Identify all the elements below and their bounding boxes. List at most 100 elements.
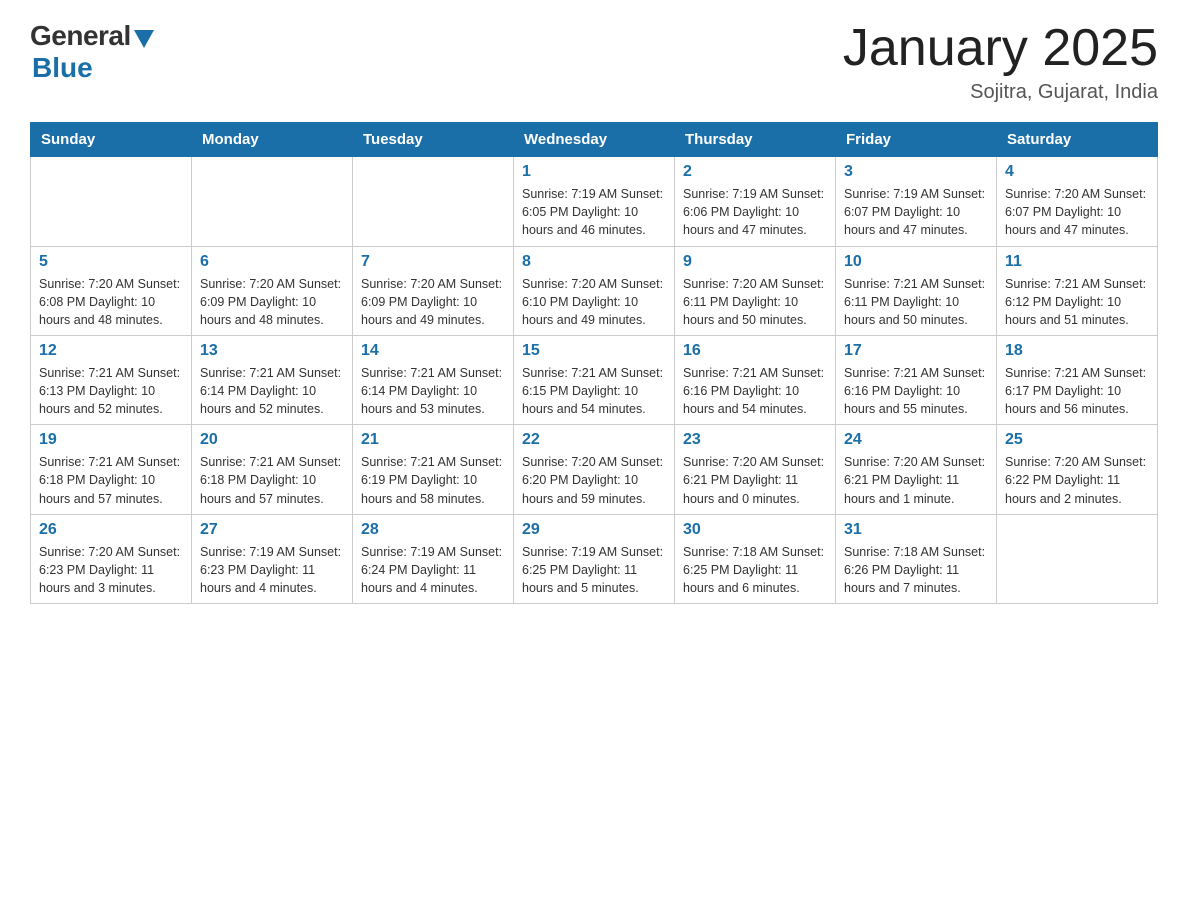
day-info: Sunrise: 7:19 AM Sunset: 6:24 PM Dayligh… [361, 543, 505, 597]
day-number: 30 [683, 521, 827, 539]
calendar-cell: 3Sunrise: 7:19 AM Sunset: 6:07 PM Daylig… [836, 157, 997, 246]
day-header-wednesday: Wednesday [514, 123, 675, 157]
calendar-cell: 20 Sunrise: 7:21 AM Sunset: 6:18 PM Dayli… [192, 425, 353, 514]
day-info: Sunrise: 7:20 AM Sunset: 6:20 PM Dayligh… [522, 453, 666, 507]
day-number: 11 [1005, 253, 1149, 271]
location-subtitle: Sojitra, Gujarat, India [843, 81, 1158, 104]
calendar-header: SundayMondayTuesdayWednesdayThursdayFrid… [31, 123, 1158, 157]
day-number: 13 [200, 342, 344, 360]
day-number: 8 [522, 253, 666, 271]
calendar-cell: 2 Sunrise: 7:19 AM Sunset: 6:06 PM Daylig… [675, 157, 836, 246]
calendar-body: 1 Sunrise: 7:19 AM Sunset: 6:05 PM Daylig… [31, 157, 1158, 604]
calendar-cell: 24Sunrise: 7:20 AM Sunset: 6:21 PM Dayli… [836, 425, 997, 514]
calendar-cell: 1 Sunrise: 7:19 AM Sunset: 6:05 PM Daylig… [514, 157, 675, 246]
day-info: Sunrise: 7:18 AM Sunset: 6:25 PM Dayligh… [683, 543, 827, 597]
calendar-cell: 19 Sunrise: 7:21 AM Sunset: 6:18 PM Dayli… [31, 425, 192, 514]
calendar-cell: 7Sunrise: 7:20 AM Sunset: 6:09 PM Daylig… [353, 246, 514, 335]
day-info: Sunrise: 7:19 AM Sunset: 6:07 PM Dayligh… [844, 185, 988, 239]
calendar-cell: 13 Sunrise: 7:21 AM Sunset: 6:14 PM Dayli… [192, 335, 353, 424]
calendar-cell: 10 Sunrise: 7:21 AM Sunset: 6:11 PM Dayli… [836, 246, 997, 335]
day-number: 2 [683, 163, 827, 181]
calendar-cell: 8 Sunrise: 7:20 AM Sunset: 6:10 PM Daylig… [514, 246, 675, 335]
logo-blue-text: Blue [32, 52, 93, 84]
day-header-thursday: Thursday [675, 123, 836, 157]
calendar-cell [192, 157, 353, 246]
day-number: 10 [844, 253, 988, 271]
calendar-week-row: 1 Sunrise: 7:19 AM Sunset: 6:05 PM Daylig… [31, 157, 1158, 246]
day-info: Sunrise: 7:21 AM Sunset: 6:14 PM Dayligh… [361, 364, 505, 418]
day-number: 9 [683, 253, 827, 271]
calendar-week-row: 12 Sunrise: 7:21 AM Sunset: 6:13 PM Dayli… [31, 335, 1158, 424]
calendar-cell: 18Sunrise: 7:21 AM Sunset: 6:17 PM Dayli… [997, 335, 1158, 424]
calendar-cell [997, 514, 1158, 603]
day-number: 1 [522, 163, 666, 181]
calendar-cell: 22 Sunrise: 7:20 AM Sunset: 6:20 PM Dayli… [514, 425, 675, 514]
day-number: 4 [1005, 163, 1149, 181]
day-number: 20 [200, 431, 344, 449]
day-info: Sunrise: 7:20 AM Sunset: 6:21 PM Dayligh… [683, 453, 827, 507]
month-title: January 2025 [843, 20, 1158, 77]
calendar-cell: 28 Sunrise: 7:19 AM Sunset: 6:24 PM Dayli… [353, 514, 514, 603]
day-info: Sunrise: 7:21 AM Sunset: 6:11 PM Dayligh… [844, 275, 988, 329]
day-number: 23 [683, 431, 827, 449]
day-number: 16 [683, 342, 827, 360]
day-info: Sunrise: 7:18 AM Sunset: 6:26 PM Dayligh… [844, 543, 988, 597]
day-info: Sunrise: 7:19 AM Sunset: 6:23 PM Dayligh… [200, 543, 344, 597]
calendar-cell: 15 Sunrise: 7:21 AM Sunset: 6:15 PM Dayli… [514, 335, 675, 424]
calendar-cell: 29 Sunrise: 7:19 AM Sunset: 6:25 PM Dayli… [514, 514, 675, 603]
day-number: 28 [361, 521, 505, 539]
day-number: 22 [522, 431, 666, 449]
day-info: Sunrise: 7:21 AM Sunset: 6:18 PM Dayligh… [39, 453, 183, 507]
day-number: 14 [361, 342, 505, 360]
calendar-table: SundayMondayTuesdayWednesdayThursdayFrid… [30, 122, 1158, 604]
day-info: Sunrise: 7:19 AM Sunset: 6:06 PM Dayligh… [683, 185, 827, 239]
day-number: 31 [844, 521, 988, 539]
calendar-week-row: 26 Sunrise: 7:20 AM Sunset: 6:23 PM Dayli… [31, 514, 1158, 603]
day-info: Sunrise: 7:21 AM Sunset: 6:13 PM Dayligh… [39, 364, 183, 418]
title-section: January 2025 Sojitra, Gujarat, India [843, 20, 1158, 104]
calendar-cell: 16 Sunrise: 7:21 AM Sunset: 6:16 PM Dayli… [675, 335, 836, 424]
day-number: 12 [39, 342, 183, 360]
day-number: 21 [361, 431, 505, 449]
calendar-cell: 6 Sunrise: 7:20 AM Sunset: 6:09 PM Daylig… [192, 246, 353, 335]
day-info: Sunrise: 7:20 AM Sunset: 6:08 PM Dayligh… [39, 275, 183, 329]
day-info: Sunrise: 7:21 AM Sunset: 6:15 PM Dayligh… [522, 364, 666, 418]
calendar-cell: 31 Sunrise: 7:18 AM Sunset: 6:26 PM Dayli… [836, 514, 997, 603]
day-number: 15 [522, 342, 666, 360]
day-number: 29 [522, 521, 666, 539]
day-number: 27 [200, 521, 344, 539]
day-info: Sunrise: 7:21 AM Sunset: 6:19 PM Dayligh… [361, 453, 505, 507]
calendar-cell: 17Sunrise: 7:21 AM Sunset: 6:16 PM Dayli… [836, 335, 997, 424]
day-number: 19 [39, 431, 183, 449]
day-number: 26 [39, 521, 183, 539]
day-info: Sunrise: 7:20 AM Sunset: 6:10 PM Dayligh… [522, 275, 666, 329]
calendar-cell: 14 Sunrise: 7:21 AM Sunset: 6:14 PM Dayli… [353, 335, 514, 424]
day-headers-row: SundayMondayTuesdayWednesdayThursdayFrid… [31, 123, 1158, 157]
calendar-cell: 4Sunrise: 7:20 AM Sunset: 6:07 PM Daylig… [997, 157, 1158, 246]
day-number: 18 [1005, 342, 1149, 360]
day-number: 6 [200, 253, 344, 271]
calendar-week-row: 5 Sunrise: 7:20 AM Sunset: 6:08 PM Daylig… [31, 246, 1158, 335]
day-info: Sunrise: 7:20 AM Sunset: 6:23 PM Dayligh… [39, 543, 183, 597]
day-header-friday: Friday [836, 123, 997, 157]
day-info: Sunrise: 7:20 AM Sunset: 6:09 PM Dayligh… [200, 275, 344, 329]
day-info: Sunrise: 7:20 AM Sunset: 6:11 PM Dayligh… [683, 275, 827, 329]
calendar-cell: 21 Sunrise: 7:21 AM Sunset: 6:19 PM Dayli… [353, 425, 514, 514]
day-number: 25 [1005, 431, 1149, 449]
calendar-cell [353, 157, 514, 246]
day-info: Sunrise: 7:21 AM Sunset: 6:16 PM Dayligh… [683, 364, 827, 418]
logo: General Blue [30, 20, 154, 84]
day-number: 17 [844, 342, 988, 360]
day-info: Sunrise: 7:21 AM Sunset: 6:18 PM Dayligh… [200, 453, 344, 507]
day-info: Sunrise: 7:21 AM Sunset: 6:14 PM Dayligh… [200, 364, 344, 418]
day-header-sunday: Sunday [31, 123, 192, 157]
day-info: Sunrise: 7:20 AM Sunset: 6:22 PM Dayligh… [1005, 453, 1149, 507]
day-info: Sunrise: 7:19 AM Sunset: 6:05 PM Dayligh… [522, 185, 666, 239]
day-number: 5 [39, 253, 183, 271]
day-number: 24 [844, 431, 988, 449]
day-info: Sunrise: 7:19 AM Sunset: 6:25 PM Dayligh… [522, 543, 666, 597]
calendar-week-row: 19 Sunrise: 7:21 AM Sunset: 6:18 PM Dayli… [31, 425, 1158, 514]
page-header: General Blue January 2025 Sojitra, Gujar… [30, 20, 1158, 104]
calendar-cell [31, 157, 192, 246]
logo-triangle-icon [134, 30, 154, 48]
